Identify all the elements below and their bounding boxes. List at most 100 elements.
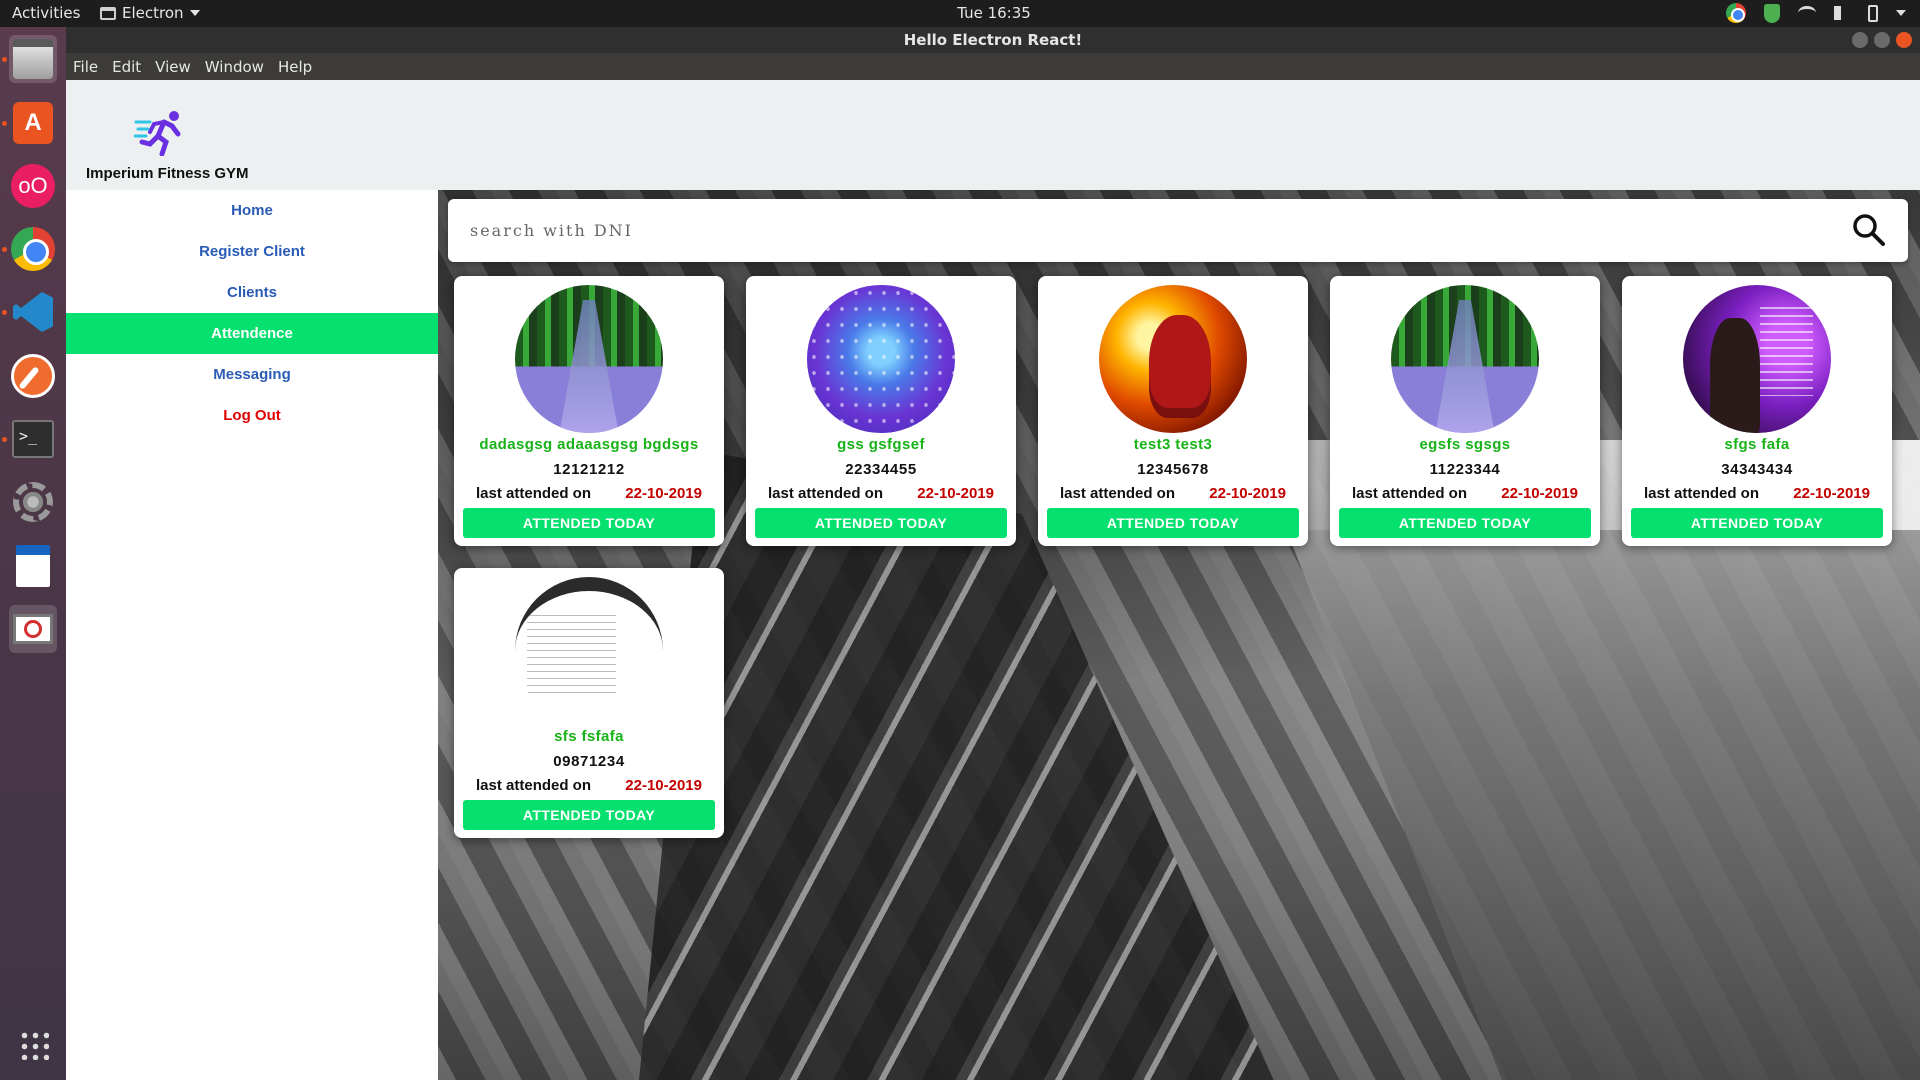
nav-clients[interactable]: Clients — [66, 272, 438, 313]
nav-home[interactable]: Home — [66, 190, 438, 231]
dock-vscode[interactable] — [9, 288, 57, 336]
client-avatar — [1391, 285, 1539, 433]
last-attended-date: 22-10-2019 — [625, 777, 702, 794]
nav-messaging[interactable]: Messaging — [66, 354, 438, 395]
close-icon[interactable] — [1896, 32, 1912, 48]
attended-today-button[interactable]: ATTENDED TODAY — [755, 508, 1007, 538]
menu-view[interactable]: View — [148, 53, 198, 80]
brand-header: Imperium Fitness GYM — [66, 80, 438, 190]
last-attended-label: last attended on — [1644, 485, 1760, 502]
client-card: egsfs sgsgs 11223344 last attended on 22… — [1330, 276, 1600, 546]
last-attended-label: last attended on — [768, 485, 884, 502]
dock-oo[interactable]: oO — [9, 162, 57, 210]
client-dni: 12345678 — [1137, 461, 1209, 478]
last-attended-label: last attended on — [1060, 485, 1176, 502]
attended-today-button[interactable]: ATTENDED TODAY — [1631, 508, 1883, 538]
attended-today-button[interactable]: ATTENDED TODAY — [463, 800, 715, 830]
wifi-icon[interactable] — [1798, 6, 1816, 20]
dock-postman[interactable] — [9, 352, 57, 400]
dock-tools[interactable] — [9, 478, 57, 526]
client-avatar — [515, 577, 663, 725]
show-apps-icon[interactable] — [19, 1030, 49, 1060]
last-attended-date: 22-10-2019 — [1501, 485, 1578, 502]
window-title: Hello Electron React! — [903, 31, 1083, 49]
last-attended-label: last attended on — [1352, 485, 1468, 502]
menu-edit[interactable]: Edit — [105, 53, 148, 80]
running-indicator — [2, 310, 7, 315]
running-indicator — [2, 437, 7, 442]
system-top-bar: Activities Electron Tue 16:35 — [0, 0, 1920, 27]
window-controls — [1852, 32, 1912, 48]
system-tray[interactable] — [1726, 3, 1906, 23]
running-indicator — [2, 121, 7, 126]
nav-register-client[interactable]: Register Client — [66, 231, 438, 272]
client-name: dadasgsg adaaasgsg bgdsgs — [479, 436, 699, 453]
running-man-icon — [134, 111, 181, 156]
last-attended-date: 22-10-2019 — [625, 485, 702, 502]
attended-today-button[interactable]: ATTENDED TODAY — [463, 508, 715, 538]
software-store-icon: A — [13, 102, 53, 144]
oo-icon: oO — [11, 164, 55, 208]
client-name: sfgs fafa — [1724, 436, 1790, 453]
client-avatar — [515, 285, 663, 433]
dock-files[interactable] — [9, 35, 57, 83]
terminal-icon: >_ — [12, 420, 54, 458]
chrome-tray-icon[interactable] — [1726, 3, 1746, 23]
client-name: gss gsfgsef — [837, 436, 925, 453]
client-name: egsfs sgsgs — [1419, 436, 1511, 453]
last-attended-label: last attended on — [476, 777, 592, 794]
client-name: test3 test3 — [1133, 436, 1213, 453]
files-icon — [13, 39, 53, 79]
client-card: sfgs fafa 34343434 last attended on 22-1… — [1622, 276, 1892, 546]
vscode-icon — [13, 292, 53, 332]
battery-icon[interactable] — [1868, 4, 1878, 22]
menu-window[interactable]: Window — [198, 53, 271, 80]
clock[interactable]: Tue 16:35 — [0, 4, 1920, 22]
client-card: test3 test3 12345678 last attended on 22… — [1038, 276, 1308, 546]
running-indicator — [2, 57, 7, 62]
tools-icon — [13, 482, 53, 522]
search-bar — [448, 199, 1908, 262]
last-attended-date: 22-10-2019 — [917, 485, 994, 502]
search-input[interactable] — [470, 199, 1810, 262]
client-dni: 12121212 — [553, 461, 625, 478]
attended-today-button[interactable]: ATTENDED TODAY — [1047, 508, 1299, 538]
nav-attendence[interactable]: Attendence — [66, 313, 438, 354]
search-icon[interactable] — [1852, 213, 1886, 247]
minimize-icon[interactable] — [1852, 32, 1868, 48]
dock-software-store[interactable]: A — [9, 99, 57, 147]
app-root: Imperium Fitness GYM Home Register Clien… — [66, 80, 1920, 1080]
postman-icon — [11, 354, 55, 398]
menu-file[interactable]: File — [66, 53, 105, 80]
brand-name: Imperium Fitness GYM — [86, 165, 249, 182]
last-attended-date: 22-10-2019 — [1793, 485, 1870, 502]
maximize-icon[interactable] — [1874, 32, 1890, 48]
client-card: gss gsfgsef 22334455 last attended on 22… — [746, 276, 1016, 546]
dock-terminal[interactable]: >_ — [9, 415, 57, 463]
running-indicator — [2, 247, 7, 252]
attended-today-button[interactable]: ATTENDED TODAY — [1339, 508, 1591, 538]
menu-help[interactable]: Help — [271, 53, 319, 80]
nav-log-out[interactable]: Log Out — [66, 395, 438, 436]
client-dni: 11223344 — [1429, 461, 1501, 478]
client-dni: 22334455 — [845, 461, 917, 478]
client-avatar — [1683, 285, 1831, 433]
client-dni: 09871234 — [553, 753, 625, 770]
writer-icon — [16, 545, 50, 587]
client-name: sfs fsfafa — [554, 728, 624, 745]
last-attended-date: 22-10-2019 — [1209, 485, 1286, 502]
dock: A oO >_ — [0, 27, 66, 1080]
chrome-icon — [11, 227, 55, 271]
window-title-bar[interactable]: Hello Electron React! — [66, 27, 1920, 53]
chevron-down-icon[interactable] — [1896, 10, 1906, 16]
disabled-app-icon — [13, 614, 53, 644]
dock-writer[interactable] — [9, 542, 57, 590]
client-card: dadasgsg adaaasgsg bgdsgs 12121212 last … — [454, 276, 724, 546]
shield-icon[interactable] — [1764, 3, 1780, 23]
client-card: sfs fsfafa 09871234 last attended on 22-… — [454, 568, 724, 838]
volume-icon[interactable] — [1834, 6, 1850, 20]
sidebar: Home Register Client Clients Attendence … — [66, 190, 438, 1080]
dock-disabled-app[interactable] — [9, 605, 57, 653]
dock-chrome[interactable] — [9, 225, 57, 273]
client-avatar — [807, 285, 955, 433]
